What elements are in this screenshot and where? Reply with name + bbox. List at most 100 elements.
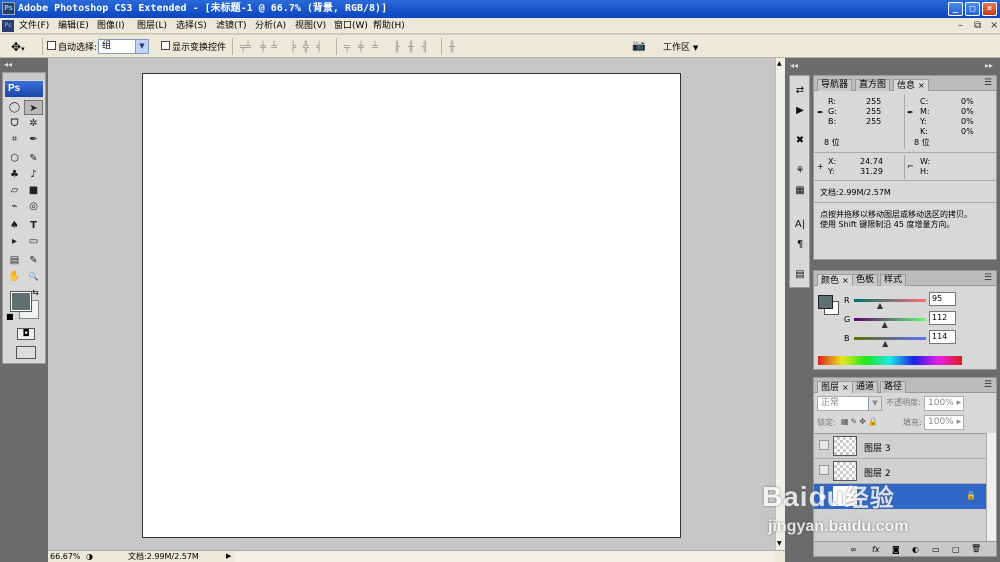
fill-input[interactable]: 100% ▸ <box>924 415 964 430</box>
crop-tool-icon[interactable]: ⌗ <box>5 132 24 147</box>
align-middle-icon[interactable]: ╪ <box>260 42 266 53</box>
type-tool-icon[interactable]: T <box>24 218 43 233</box>
scroll-up-icon[interactable]: ▲ <box>777 60 782 67</box>
menu-layer[interactable]: 图层(L) <box>137 19 167 33</box>
menu-window[interactable]: 窗口(W) <box>334 19 368 33</box>
show-transform-checkbox[interactable] <box>161 41 170 50</box>
color-b-thumb[interactable]: ▲ <box>882 340 888 348</box>
new-group-icon[interactable]: ▭ <box>932 545 940 555</box>
lasso-tool-icon[interactable]: ᗜ <box>5 116 24 131</box>
visibility-toggle[interactable] <box>819 440 829 450</box>
shape-tool-icon[interactable]: ▭ <box>24 234 43 249</box>
doc-minimize-button[interactable]: – <box>958 20 963 32</box>
tab-styles[interactable]: 样式 <box>880 274 907 286</box>
tab-paths[interactable]: 路径 <box>880 381 907 393</box>
color-g-thumb[interactable]: ▲ <box>882 321 888 329</box>
hand-tool-icon[interactable]: ✋ <box>5 269 24 284</box>
status-menu-arrow-icon[interactable]: ▶ <box>226 551 231 562</box>
color-r-slider[interactable] <box>854 299 926 302</box>
align-right-icon[interactable]: ╡ <box>316 42 322 53</box>
trash-icon[interactable]: 🗑 <box>971 544 981 554</box>
align-left-icon[interactable]: ╞ <box>290 42 296 53</box>
toolbox-ps-logo[interactable]: Ps <box>5 81 43 97</box>
tab-layers[interactable]: 图层 × <box>817 381 853 393</box>
paragraph-panel-icon[interactable]: ¶ <box>791 236 809 254</box>
menu-select[interactable]: 选择(S) <box>176 19 207 33</box>
layer-row[interactable]: 图层 3 <box>814 434 996 459</box>
blur-tool-icon[interactable]: ⌁ <box>5 199 24 214</box>
menu-filter[interactable]: 滤镜(T) <box>216 19 247 33</box>
history-panel-icon[interactable]: ⇄ <box>791 82 809 100</box>
move-tool-icon[interactable]: ✥▾ <box>11 40 25 54</box>
visibility-toggle[interactable] <box>819 465 829 475</box>
minimize-button[interactable]: _ <box>948 2 963 16</box>
align-bottom-icon[interactable]: ╧ <box>271 42 277 53</box>
menu-view[interactable]: 视图(V) <box>295 19 326 33</box>
auto-align-icon[interactable]: ╫ <box>449 42 455 53</box>
collapse-toolbox-icon[interactable]: ◂◂ <box>4 60 12 69</box>
swap-colors-icon[interactable]: ⇆ <box>32 288 39 297</box>
notes-tool-icon[interactable]: ▤ <box>5 253 24 268</box>
tab-swatches[interactable]: 色板 <box>852 274 879 286</box>
dodge-tool-icon[interactable]: ◎ <box>24 199 43 214</box>
blend-mode-dropdown[interactable]: 正常 ▼ <box>817 396 882 411</box>
tab-color[interactable]: 颜色 × <box>817 274 853 286</box>
collapse-dock-icon[interactable]: ▸▸ <box>985 61 993 70</box>
tab-navigator[interactable]: 导航器 <box>817 79 853 91</box>
color-g-input[interactable]: 112 <box>929 311 956 325</box>
layer-mask-icon[interactable]: ◙ <box>892 545 900 555</box>
eraser-tool-icon[interactable]: ▱ <box>5 183 24 198</box>
auto-select-checkbox[interactable] <box>47 41 56 50</box>
doc-restore-button[interactable]: ⧉ <box>974 20 981 32</box>
color-r-input[interactable]: 95 <box>929 292 956 306</box>
link-layers-icon[interactable]: ∞ <box>850 545 857 555</box>
doc-close-button[interactable]: × <box>990 20 998 32</box>
workspace-button[interactable]: 工作区 ▼ <box>663 40 698 53</box>
spot-healing-tool-icon[interactable]: ⬡ <box>5 151 24 166</box>
close-icon[interactable]: × <box>918 81 925 90</box>
vertical-scrollbar[interactable]: ▲ ▼ <box>775 58 785 550</box>
panel-menu-icon[interactable]: ☰ <box>984 380 992 390</box>
color-b-slider[interactable] <box>854 337 926 340</box>
zoom-tool-icon[interactable]: 🔍 <box>24 269 43 284</box>
menu-help[interactable]: 帮助(H) <box>373 19 405 33</box>
zoom-level[interactable]: 66.67% <box>50 551 81 562</box>
document-canvas[interactable] <box>142 73 681 538</box>
close-button[interactable]: × <box>982 2 997 16</box>
menu-image[interactable]: 图像(I) <box>97 19 125 33</box>
distribute-right-icon[interactable]: ╢ <box>422 42 428 53</box>
status-icon[interactable]: ◑ <box>86 551 93 562</box>
quick-mask-icon[interactable]: ◘ <box>17 328 35 340</box>
gradient-tool-icon[interactable]: ■ <box>24 183 43 198</box>
clone-stamp-tool-icon[interactable]: ♣ <box>5 167 24 182</box>
align-top-icon[interactable]: ╤╧ <box>240 42 251 53</box>
path-selection-tool-icon[interactable]: ▸ <box>5 234 24 249</box>
layers-scrollbar[interactable] <box>986 433 996 541</box>
history-brush-tool-icon[interactable]: ♪ <box>24 167 43 182</box>
expand-dock-icon[interactable]: ◂◂ <box>790 61 798 70</box>
move-tool-icon[interactable]: ➤ <box>24 100 43 115</box>
maximize-button[interactable]: □ <box>965 2 980 16</box>
actions-panel-icon[interactable]: ▶ <box>791 102 809 120</box>
marquee-tool-icon[interactable]: ◯ <box>5 100 24 115</box>
app-menu-icon[interactable]: Ps <box>2 20 14 32</box>
menu-edit[interactable]: 编辑(E) <box>58 19 89 33</box>
foreground-color-swatch[interactable] <box>10 291 32 312</box>
layer-comps-icon[interactable]: ▤ <box>791 266 809 284</box>
menu-file[interactable]: 文件(F) <box>19 19 49 33</box>
layer-style-icon[interactable]: fx <box>872 545 880 555</box>
opacity-input[interactable]: 100% ▸ <box>924 396 964 411</box>
horizontal-scrollbar[interactable] <box>235 551 775 562</box>
pen-tool-icon[interactable]: ♠ <box>5 218 24 233</box>
camera-icon[interactable]: 📷 <box>632 39 646 52</box>
scroll-down-icon[interactable]: ▼ <box>777 540 782 547</box>
eyedropper-tool-icon[interactable]: ✎ <box>24 253 43 268</box>
color-r-thumb[interactable]: ▲ <box>877 302 883 310</box>
lock-icons[interactable]: ▦✎✥🔒 <box>841 417 880 427</box>
brushes-panel-icon[interactable]: ⚘ <box>791 162 809 180</box>
color-panel-fg-swatch[interactable] <box>818 295 833 309</box>
tab-histogram[interactable]: 直方图 <box>855 79 891 91</box>
distribute-center-icon[interactable]: ╫ <box>408 42 414 53</box>
default-colors-icon[interactable]: ■ <box>6 312 14 321</box>
color-spectrum-ramp[interactable] <box>818 356 962 365</box>
